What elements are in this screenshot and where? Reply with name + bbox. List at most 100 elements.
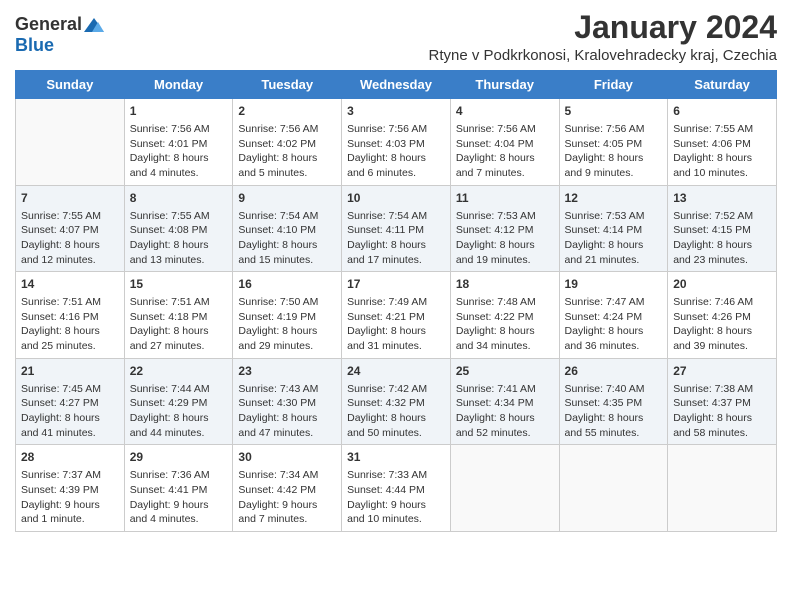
day-number: 9 — [238, 190, 336, 207]
sunset-text: Sunset: 4:19 PM — [238, 310, 336, 325]
calendar-week-row: 28 Sunrise: 7:37 AMSunset: 4:39 PM Dayligh… — [16, 445, 777, 532]
calendar-day-cell — [668, 445, 777, 532]
calendar-day-cell — [450, 445, 559, 532]
sunset-text: Sunset: 4:11 PM — [347, 223, 445, 238]
sunrise-text: Sunrise: 7:36 AM — [130, 468, 228, 483]
day-number: 22 — [130, 363, 228, 380]
daylight-text: Daylight: 8 hours and 31 minutes. — [347, 324, 445, 353]
day-number: 11 — [456, 190, 554, 207]
sunrise-text: Sunrise: 7:50 AM — [238, 295, 336, 310]
weekday-header-monday: Monday — [124, 71, 233, 99]
weekday-header-thursday: Thursday — [450, 71, 559, 99]
weekday-header-friday: Friday — [559, 71, 668, 99]
calendar-day-cell: 17Sunrise: 7:49 AMSunset: 4:21 PMDayligh… — [342, 272, 451, 359]
day-number: 13 — [673, 190, 771, 207]
daylight-text: Daylight: 8 hours and 19 minutes. — [456, 238, 554, 267]
sunset-text: Sunset: 4:12 PM — [456, 223, 554, 238]
daylight-text: Daylight: 8 hours and 7 minutes. — [456, 151, 554, 180]
calendar-day-cell: 30Sunrise: 7:34 AMSunset: 4:42 PMDayligh… — [233, 445, 342, 532]
calendar-day-cell: 14Sunrise: 7:51 AMSunset: 4:16 PMDayligh… — [16, 272, 125, 359]
sunset-text: Sunset: 4:35 PM — [565, 396, 663, 411]
daylight-text: Daylight: 9 hours and 4 minutes. — [130, 498, 228, 527]
daylight-text: Daylight: 8 hours and 13 minutes. — [130, 238, 228, 267]
sunset-text: Sunset: 4:01 PM — [130, 137, 228, 152]
sunrise-text: Sunrise: 7:53 AM — [456, 209, 554, 224]
sunrise-text: Sunrise: 7:33 AM — [347, 468, 445, 483]
calendar-day-cell — [16, 99, 125, 186]
logo-blue-text: Blue — [15, 35, 54, 56]
daylight-text: Daylight: 8 hours and 55 minutes. — [565, 411, 663, 440]
daylight-text: Daylight: 8 hours and 41 minutes. — [21, 411, 119, 440]
sunrise-text: Sunrise: 7:51 AM — [130, 295, 228, 310]
day-number: 12 — [565, 190, 663, 207]
sunset-text: Sunset: 4:03 PM — [347, 137, 445, 152]
day-number: 8 — [130, 190, 228, 207]
calendar-day-cell: 27Sunrise: 7:38 AMSunset: 4:37 PMDayligh… — [668, 358, 777, 445]
daylight-text: Daylight: 8 hours and 36 minutes. — [565, 324, 663, 353]
weekday-header-tuesday: Tuesday — [233, 71, 342, 99]
calendar-subtitle: Rtyne v Podkrkonosi, Kralovehradecky kra… — [429, 47, 778, 64]
calendar-day-cell: 29Sunrise: 7:36 AMSunset: 4:41 PMDayligh… — [124, 445, 233, 532]
sunrise-text: Sunrise: 7:54 AM — [238, 209, 336, 224]
sunrise-text: Sunrise: 7:54 AM — [347, 209, 445, 224]
daylight-text: Daylight: 9 hours and 7 minutes. — [238, 498, 336, 527]
daylight-text: Daylight: 8 hours and 44 minutes. — [130, 411, 228, 440]
sunset-text: Sunset: 4:24 PM — [565, 310, 663, 325]
sunrise-text: Sunrise: 7:55 AM — [673, 122, 771, 137]
sunset-text: Sunset: 4:26 PM — [673, 310, 771, 325]
sunrise-text: Sunrise: 7:42 AM — [347, 382, 445, 397]
calendar-day-cell: 3Sunrise: 7:56 AMSunset: 4:03 PMDaylight… — [342, 99, 451, 186]
sunset-text: Sunset: 4:06 PM — [673, 137, 771, 152]
calendar-title: January 2024 — [429, 10, 778, 45]
sunset-text: Sunset: 4:16 PM — [21, 310, 119, 325]
sunset-text: Sunset: 4:18 PM — [130, 310, 228, 325]
sunrise-text: Sunrise: 7:56 AM — [347, 122, 445, 137]
sunrise-text: Sunrise: 7:56 AM — [456, 122, 554, 137]
sunset-text: Sunset: 4:39 PM — [21, 483, 119, 498]
day-number: 15 — [130, 276, 228, 293]
daylight-text: Daylight: 8 hours and 47 minutes. — [238, 411, 336, 440]
sunset-text: Sunset: 4:05 PM — [565, 137, 663, 152]
daylight-text: Daylight: 8 hours and 17 minutes. — [347, 238, 445, 267]
daylight-text: Daylight: 8 hours and 21 minutes. — [565, 238, 663, 267]
day-number: 29 — [130, 449, 228, 466]
sunrise-text: Sunrise: 7:49 AM — [347, 295, 445, 310]
daylight-text: Daylight: 8 hours and 15 minutes. — [238, 238, 336, 267]
sunrise-text: Sunrise: 7:38 AM — [673, 382, 771, 397]
sunrise-text: Sunrise: 7:45 AM — [21, 382, 119, 397]
sunset-text: Sunset: 4:29 PM — [130, 396, 228, 411]
sunrise-text: Sunrise: 7:56 AM — [238, 122, 336, 137]
calendar-day-cell: 4Sunrise: 7:56 AMSunset: 4:04 PMDaylight… — [450, 99, 559, 186]
sunset-text: Sunset: 4:14 PM — [565, 223, 663, 238]
daylight-text: Daylight: 8 hours and 9 minutes. — [565, 151, 663, 180]
sunrise-text: Sunrise: 7:44 AM — [130, 382, 228, 397]
day-number: 24 — [347, 363, 445, 380]
day-number: 21 — [21, 363, 119, 380]
day-number: 20 — [673, 276, 771, 293]
sunset-text: Sunset: 4:04 PM — [456, 137, 554, 152]
weekday-header-row: SundayMondayTuesdayWednesdayThursdayFrid… — [16, 71, 777, 99]
sunset-text: Sunset: 4:27 PM — [21, 396, 119, 411]
day-number: 19 — [565, 276, 663, 293]
calendar-day-cell: 28Sunrise: 7:37 AMSunset: 4:39 PMDayligh… — [16, 445, 125, 532]
day-number: 5 — [565, 103, 663, 120]
day-number: 17 — [347, 276, 445, 293]
sunset-text: Sunset: 4:34 PM — [456, 396, 554, 411]
sunrise-text: Sunrise: 7:46 AM — [673, 295, 771, 310]
calendar-week-row: 21Sunrise: 7:45 AMSunset: 4:27 PMDayligh… — [16, 358, 777, 445]
calendar-day-cell: 19Sunrise: 7:47 AMSunset: 4:24 PMDayligh… — [559, 272, 668, 359]
day-number: 25 — [456, 363, 554, 380]
sunrise-text: Sunrise: 7:37 AM — [21, 468, 119, 483]
logo-icon — [84, 18, 104, 32]
day-number: 14 — [21, 276, 119, 293]
title-area: January 2024 Rtyne v Podkrkonosi, Kralov… — [429, 10, 778, 64]
day-number: 28 — [21, 449, 119, 466]
day-number: 23 — [238, 363, 336, 380]
daylight-text: Daylight: 8 hours and 5 minutes. — [238, 151, 336, 180]
daylight-text: Daylight: 8 hours and 27 minutes. — [130, 324, 228, 353]
calendar-day-cell: 8Sunrise: 7:55 AMSunset: 4:08 PMDaylight… — [124, 185, 233, 272]
sunrise-text: Sunrise: 7:55 AM — [130, 209, 228, 224]
daylight-text: Daylight: 9 hours and 10 minutes. — [347, 498, 445, 527]
calendar-day-cell: 13Sunrise: 7:52 AMSunset: 4:15 PMDayligh… — [668, 185, 777, 272]
daylight-text: Daylight: 8 hours and 12 minutes. — [21, 238, 119, 267]
